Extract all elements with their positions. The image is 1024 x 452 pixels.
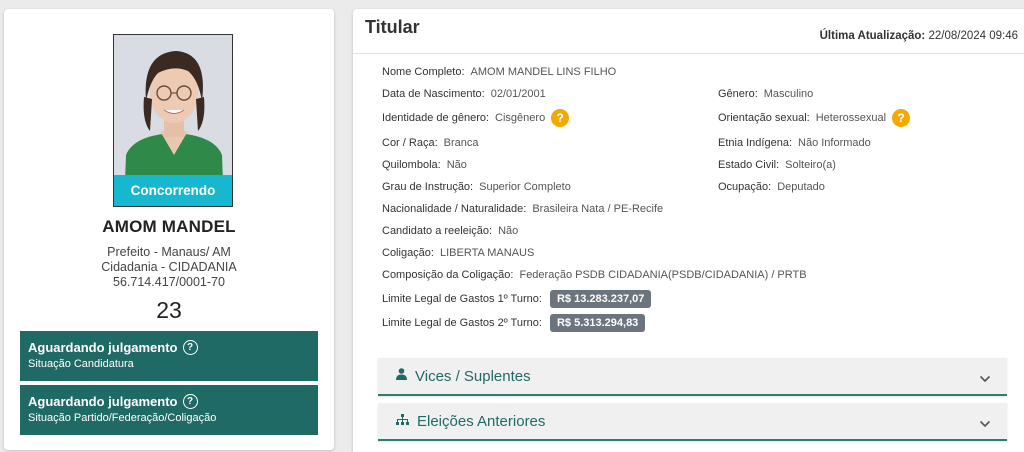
field-value: Masculino [763,88,814,100]
field-value: 02/01/2001 [490,88,546,100]
field-value: Não Informado [798,137,871,149]
field-value: Federação PSDB CIDADANIA(PSDB/CIDADANIA)… [519,269,807,281]
field-value: Deputado [777,181,825,193]
field-coligacao: Coligação: LIBERTA MANAUS [382,247,534,259]
field-value: AMOM MANDEL LINS FILHO [470,66,617,78]
field-label: Grau de Instrução: [382,181,474,193]
field-estado-civil: Estado Civil: Solteiro(a) [718,159,836,171]
field-ocupacao: Ocupação: Deputado [718,181,825,193]
field-label: Etnia Indígena: [718,137,793,149]
field-value: Cisgênero [495,112,546,124]
field-nacionalidade: Nacionalidade / Naturalidade: Brasileira… [382,203,663,215]
field-reeleicao: Candidato a reeleição: Não [382,225,518,237]
field-label: Estado Civil: [718,159,780,171]
chevron-down-icon [979,370,991,388]
field-composicao-coligacao: Composição da Coligação: Federação PSDB … [382,269,807,281]
field-label: Nacionalidade / Naturalidade: [382,203,527,215]
field-label: Composição da Coligação: [382,269,514,281]
field-value: Não [498,225,519,237]
accordion-eleicoes-anteriores[interactable]: Eleições Anteriores [378,403,1007,441]
candidate-number: 23 [156,297,182,323]
candidate-name: AMOM MANDEL [102,217,236,236]
help-icon[interactable]: ? [182,340,198,355]
candidacy-situation-title: Aguardando julgamento [28,340,178,355]
candidate-card: Concorrendo AMOM MANDEL Prefeito - Manau… [4,9,334,450]
person-icon [396,367,407,385]
help-icon[interactable]: ? [551,109,570,127]
field-value: LIBERTA MANAUS [439,247,535,259]
help-icon[interactable]: ? [182,394,198,409]
field-value: Branca [443,137,479,149]
panel-title: Titular [365,17,420,37]
field-label: Coligação: [382,247,434,259]
field-limite-gastos-1-turno: Limite Legal de Gastos 1º Turno: R$ 13.2… [382,290,652,308]
candidate-party: Cidadania - CIDADANIA [101,260,237,274]
field-label: Gênero: [718,88,758,100]
field-value: Solteiro(a) [785,159,836,171]
field-label: Limite Legal de Gastos 2º Turno: [382,317,542,329]
field-label: Data de Nascimento: [382,88,485,100]
field-orientacao-sexual: Orientação sexual: Heterossexual ? [718,109,911,127]
spending-limit-badge: R$ 13.283.237,07 [549,290,652,308]
field-value: Heterossexual [815,112,887,124]
field-value: Não [446,159,467,171]
last-update-value: 22/08/2024 09:46 [928,30,1018,42]
spending-limit-badge: R$ 5.313.294,83 [549,314,646,332]
field-limite-gastos-2-turno: Limite Legal de Gastos 2º Turno: R$ 5.31… [382,314,646,332]
field-label: Quilombola: [382,159,441,171]
field-cor-raca: Cor / Raça: Branca [382,137,479,149]
party-situation-title: Aguardando julgamento [28,394,178,409]
candidate-office: Prefeito - Manaus/ AM [107,245,231,259]
field-data-nascimento: Data de Nascimento: 02/01/2001 [382,88,546,100]
candidacy-situation-label: Situação Candidatura [28,358,134,370]
field-label: Nome Completo: [382,66,465,78]
accordion-label: Eleições Anteriores [417,412,546,430]
help-icon[interactable]: ? [892,109,911,127]
field-label: Cor / Raça: [382,137,438,149]
divider [353,53,1024,54]
last-update-label: Última Atualização: [819,30,926,42]
candidacy-status-ribbon: Concorrendo [114,175,232,206]
field-genero: Gênero: Masculino [718,88,813,100]
field-quilombola: Quilombola: Não [382,159,467,171]
last-update: Última Atualização: 22/08/2024 09:46 [820,30,1018,42]
party-situation-box: Aguardando julgamento ? Situação Partido… [20,385,318,435]
candidate-photo: Concorrendo [113,34,233,207]
candidate-cnpj: 56.714.417/0001-70 [113,275,225,289]
accordion-label: Vices / Suplentes [415,367,531,385]
accordion-vices-suplentes[interactable]: Vices / Suplentes [378,358,1007,396]
field-label: Identidade de gênero: [382,112,490,124]
field-etnia-indigena: Etnia Indígena: Não Informado [718,137,871,149]
field-value: Superior Completo [479,181,571,193]
field-label: Candidato a reeleição: [382,225,493,237]
field-value: Brasileira Nata / PE-Recife [532,203,664,215]
candidacy-situation-box: Aguardando julgamento ? Situação Candida… [20,331,318,381]
field-grau-instrucao: Grau de Instrução: Superior Completo [382,181,571,193]
chevron-down-icon [979,415,991,433]
field-nome-completo: Nome Completo: AMOM MANDEL LINS FILHO [382,66,616,78]
field-label: Ocupação: [718,181,772,193]
field-label: Orientação sexual: [718,112,810,124]
details-panel: Titular Última Atualização: 22/08/2024 0… [353,9,1024,452]
sitemap-icon [396,412,409,430]
party-situation-label: Situação Partido/Federação/Coligação [28,412,217,424]
field-label: Limite Legal de Gastos 1º Turno: [382,293,542,305]
field-identidade-genero: Identidade de gênero: Cisgênero ? [382,109,570,127]
